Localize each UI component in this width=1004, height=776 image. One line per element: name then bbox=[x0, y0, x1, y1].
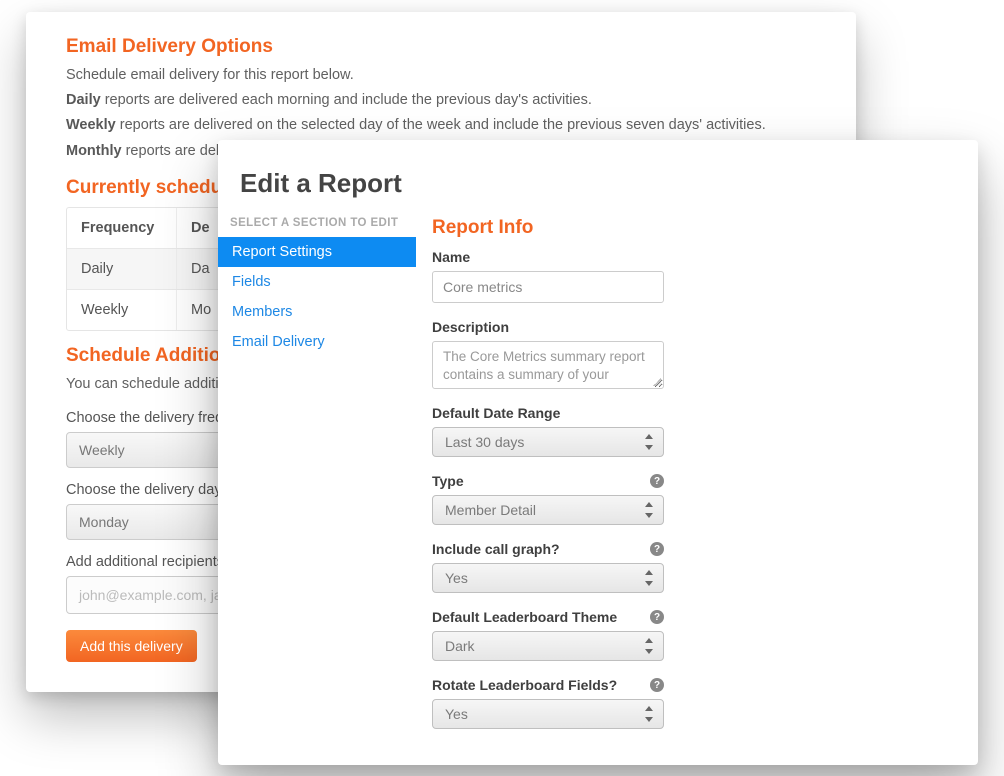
select-leaderboard-theme[interactable]: Dark bbox=[432, 631, 664, 661]
edit-report-modal: Edit a Report SELECT A SECTION TO EDIT R… bbox=[218, 140, 978, 765]
form-area: Report Info Name Description The Core Me… bbox=[416, 217, 948, 729]
label-type: Type? bbox=[432, 473, 664, 489]
label-leaderboard-theme: Default Leaderboard Theme? bbox=[432, 609, 664, 625]
help-icon[interactable]: ? bbox=[650, 474, 664, 488]
add-delivery-button[interactable]: Add this delivery bbox=[66, 630, 197, 662]
th-frequency: Frequency bbox=[67, 208, 177, 248]
select-type[interactable]: Member Detail bbox=[432, 495, 664, 525]
modal-sidebar: SELECT A SECTION TO EDIT Report Settings… bbox=[218, 217, 416, 729]
select-call-graph[interactable]: Yes bbox=[432, 563, 664, 593]
sidebar-item-members[interactable]: Members bbox=[218, 297, 416, 327]
daily-text: Daily reports are delivered each morning… bbox=[66, 89, 816, 112]
select-date-range[interactable]: Last 30 days bbox=[432, 427, 664, 457]
select-rotate-fields[interactable]: Yes bbox=[432, 699, 664, 729]
chevron-updown-icon bbox=[643, 637, 657, 655]
label-date-range: Default Date Range bbox=[432, 405, 664, 421]
label-call-graph: Include call graph?? bbox=[432, 541, 664, 557]
sidebar-item-email-delivery[interactable]: Email Delivery bbox=[218, 327, 416, 357]
modal-title: Edit a Report bbox=[240, 168, 948, 199]
description-textarea[interactable]: The Core Metrics summary report contains… bbox=[432, 341, 664, 389]
label-rotate-fields: Rotate Leaderboard Fields?? bbox=[432, 677, 664, 693]
chevron-updown-icon bbox=[643, 501, 657, 519]
label-name: Name bbox=[432, 249, 664, 265]
help-icon[interactable]: ? bbox=[650, 678, 664, 692]
weekly-text: Weekly reports are delivered on the sele… bbox=[66, 114, 816, 137]
chevron-updown-icon bbox=[643, 569, 657, 587]
sidebar-item-fields[interactable]: Fields bbox=[218, 267, 416, 297]
label-description: Description bbox=[432, 319, 664, 335]
sidebar-item-report-settings[interactable]: Report Settings bbox=[218, 237, 416, 267]
help-icon[interactable]: ? bbox=[650, 610, 664, 624]
chevron-updown-icon bbox=[643, 433, 657, 451]
name-input[interactable] bbox=[432, 271, 664, 303]
help-icon[interactable]: ? bbox=[650, 542, 664, 556]
section-title-options: Email Delivery Options bbox=[66, 36, 816, 58]
intro-text: Schedule email delivery for this report … bbox=[66, 64, 816, 87]
chevron-updown-icon bbox=[643, 705, 657, 723]
sidebar-header: SELECT A SECTION TO EDIT bbox=[218, 217, 416, 237]
section-title-report-info: Report Info bbox=[432, 217, 938, 239]
